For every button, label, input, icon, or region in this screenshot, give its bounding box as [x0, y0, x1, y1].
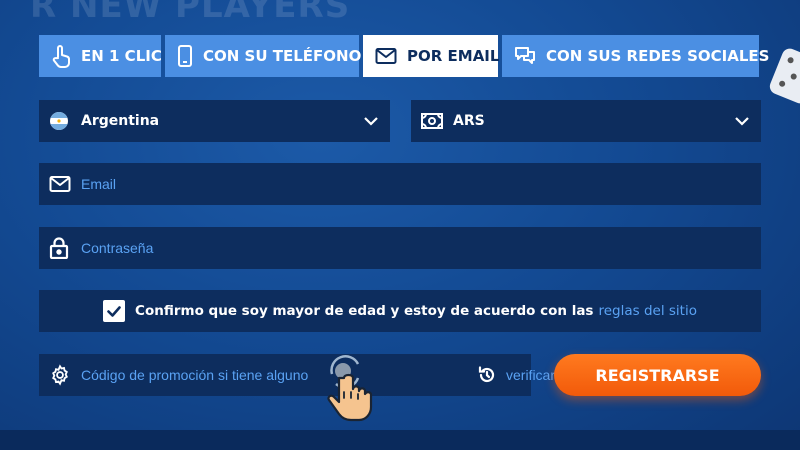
background-text: R NEW PLAYERS — [30, 0, 351, 26]
bottom-band — [0, 430, 800, 450]
tab-label: CON SUS REDES SOCIALES — [546, 47, 770, 65]
email-field[interactable]: Email — [39, 163, 761, 205]
banknote-icon — [421, 113, 443, 129]
tab-label: EN 1 CLIC — [81, 47, 162, 65]
phone-icon — [178, 45, 192, 67]
argentina-flag-icon — [50, 112, 68, 130]
currency-select[interactable]: ARS — [411, 100, 761, 142]
site-rules-link[interactable]: reglas del sitio — [598, 303, 696, 319]
terms-row: Confirmo que soy mayor de edad y estoy d… — [39, 290, 761, 332]
terms-checkbox[interactable] — [103, 300, 126, 322]
email-placeholder: Email — [81, 176, 117, 192]
envelope-icon — [49, 176, 71, 192]
refresh-icon — [478, 366, 495, 383]
tab-social[interactable]: CON SUS REDES SOCIALES — [502, 35, 769, 77]
tab-email[interactable]: POR EMAIL — [363, 35, 500, 77]
chat-icon — [515, 47, 535, 64]
currency-value: ARS — [453, 113, 485, 129]
envelope-icon — [375, 48, 397, 64]
country-select[interactable]: Argentina — [39, 100, 390, 142]
verify-label: verificar — [506, 367, 556, 383]
tab-label: CON SU TELÉFONO — [203, 47, 362, 65]
promo-code-field[interactable]: Código de promoción si tiene alguno veri… — [39, 354, 555, 396]
tab-phone[interactable]: CON SU TELÉFONO — [165, 35, 362, 77]
tap-icon — [52, 45, 70, 68]
gear-icon — [52, 364, 68, 386]
checkmark-icon — [107, 305, 121, 317]
chevron-down-icon — [364, 116, 378, 126]
verify-button[interactable]: verificar — [477, 354, 555, 396]
chevron-down-icon — [735, 116, 749, 126]
tab-label: POR EMAIL — [407, 47, 500, 65]
lock-icon — [49, 237, 69, 259]
promo-placeholder: Código de promoción si tiene alguno — [81, 367, 309, 383]
password-placeholder: Contraseña — [81, 240, 154, 256]
tab-one-click[interactable]: EN 1 CLIC — [39, 35, 162, 77]
password-field[interactable]: Contraseña — [39, 227, 761, 269]
dice-decoration — [767, 46, 800, 106]
pointer-hand-icon — [327, 355, 373, 422]
terms-text: Confirmo que soy mayor de edad y estoy d… — [135, 303, 594, 319]
registration-tabs: EN 1 CLIC CON SU TELÉFONO POR EMAIL CON … — [39, 35, 769, 77]
register-button[interactable]: REGISTRARSE — [554, 354, 761, 396]
country-value: Argentina — [81, 113, 160, 129]
